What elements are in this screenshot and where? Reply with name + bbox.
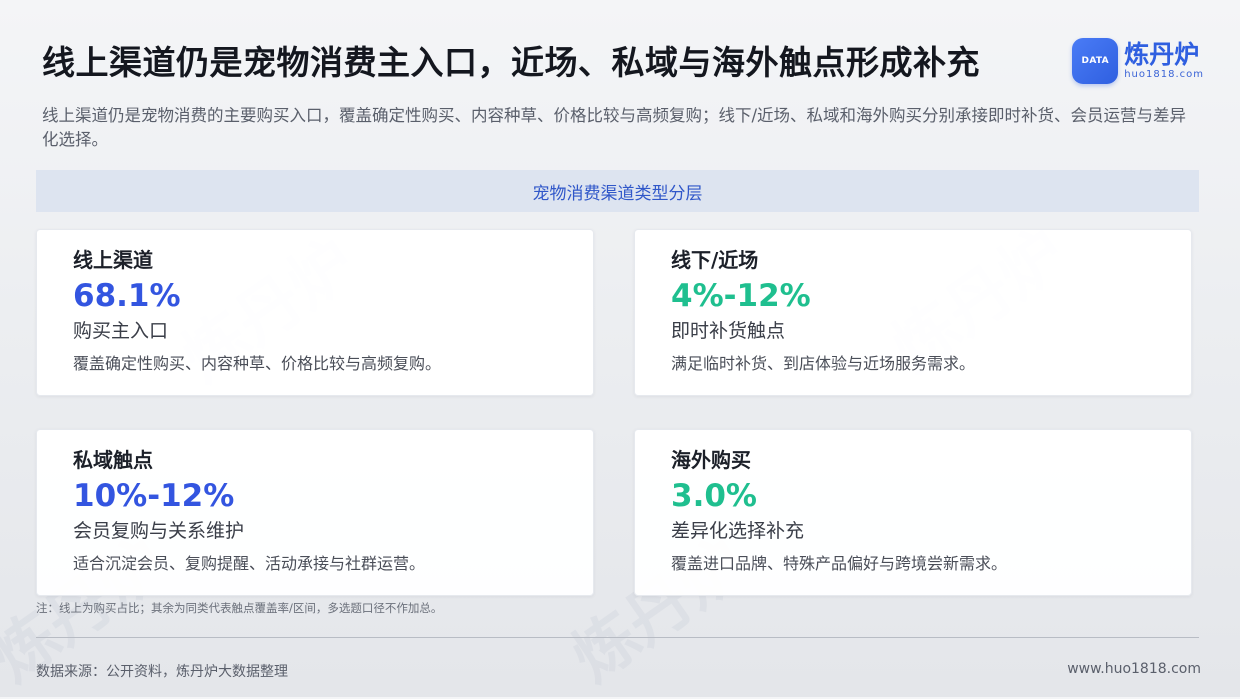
divider [36, 637, 1199, 638]
card-desc: 适合沉淀会员、复购提醒、活动承接与社群运营。 [73, 554, 426, 573]
card-title: 私域触点 [73, 448, 153, 472]
card-value: 10%-12% [73, 478, 235, 514]
card-desc: 覆盖进口品牌、特殊产品偏好与跨境尝新需求。 [671, 554, 1008, 573]
card-desc: 覆盖确定性购买、内容种草、价格比较与高频复购。 [73, 354, 442, 373]
channel-card-offline: 线下/近场 4%-12% 即时补货触点 满足临时补货、到店体验与近场服务需求。 [634, 229, 1192, 396]
page-title: 线上渠道仍是宠物消费主入口，近场、私域与海外触点形成补充 [42, 43, 980, 82]
card-value: 68.1% [73, 278, 181, 314]
data-source: 数据来源：公开资料，炼丹炉大数据整理 [36, 664, 288, 680]
data-logo-icon: DATA [1072, 38, 1119, 84]
card-desc: 满足临时补货、到店体验与近场服务需求。 [671, 354, 976, 373]
card-title: 线上渠道 [73, 248, 153, 272]
card-value: 3.0% [671, 478, 757, 514]
logo-name: 炼丹炉 [1124, 40, 1200, 69]
page-subtitle: 线上渠道仍是宠物消费的主要购买入口，覆盖确定性购买、内容种草、价格比较与高频复购… [42, 106, 1187, 149]
card-label: 差异化选择补充 [671, 520, 805, 542]
card-label: 即时补货触点 [671, 320, 786, 342]
channel-card-overseas: 海外购买 3.0% 差异化选择补充 覆盖进口品牌、特殊产品偏好与跨境尝新需求。 [634, 429, 1192, 596]
card-value: 4%-12% [671, 278, 811, 314]
card-label: 会员复购与关系维护 [73, 520, 245, 542]
section-banner: 宠物消费渠道类型分层 [36, 170, 1199, 212]
card-label: 购买主入口 [73, 320, 169, 342]
logo-url: huo1818.com [1124, 69, 1204, 80]
channel-card-online: 线上渠道 68.1% 购买主入口 覆盖确定性购买、内容种草、价格比较与高频复购。 [36, 229, 594, 396]
site-url: www.huo1818.com [1067, 661, 1201, 677]
footnote: 注：线上为购买占比；其余为同类代表触点覆盖率/区间，多选题口径不作加总。 [36, 601, 443, 615]
channel-card-private: 私域触点 10%-12% 会员复购与关系维护 适合沉淀会员、复购提醒、活动承接与… [36, 429, 594, 596]
card-title: 海外购买 [671, 448, 751, 472]
brand-logo: DATA 炼丹炉 huo1818.com [1072, 38, 1204, 84]
card-title: 线下/近场 [671, 248, 759, 272]
